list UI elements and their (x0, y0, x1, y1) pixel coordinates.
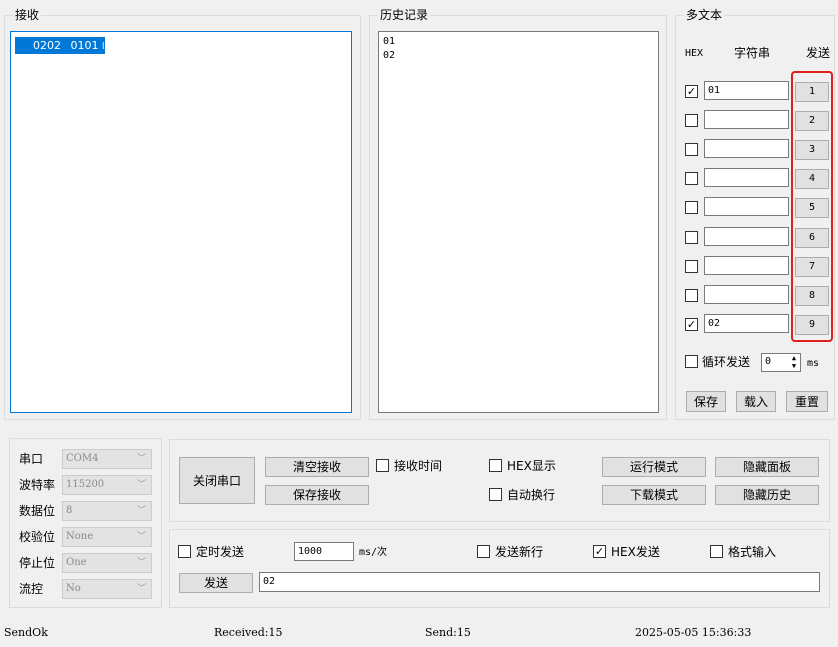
timed-send-label: 定时发送 (196, 545, 245, 559)
chevron-down-icon: ﹀ (136, 506, 146, 516)
auto-wrap-checkbox[interactable] (489, 488, 502, 501)
checkmark-icon: ✓ (686, 318, 697, 331)
flow-label: 流控 (19, 582, 44, 596)
format-input-checkbox[interactable] (710, 545, 723, 558)
hex-display-checkbox[interactable] (489, 459, 502, 472)
interval-unit: ms/次 (359, 547, 388, 558)
baud-value: 115200 (66, 479, 105, 490)
history-line-1[interactable]: 01 (383, 36, 395, 47)
multi-hex-checkbox-6[interactable] (685, 231, 698, 244)
multi-string-header: 字符串 (734, 46, 771, 60)
multi-string-input-9[interactable]: 02 (704, 314, 789, 333)
hex-send-label: HEX发送 (611, 545, 660, 559)
hide-panel-button[interactable]: 隐藏面板 (715, 457, 819, 477)
loop-unit: ms (807, 358, 820, 369)
download-mode-button[interactable]: 下载模式 (602, 485, 706, 505)
send-group (169, 529, 830, 608)
receive-selection: 0202 0101 lm (15, 37, 113, 54)
multi-string-input-4[interactable] (704, 168, 789, 187)
multi-hex-checkbox-4[interactable] (685, 172, 698, 185)
receive-trailing-glyph: lm (102, 42, 114, 52)
stopbits-select[interactable]: One ﹀ (62, 553, 152, 573)
databits-label: 数据位 (19, 504, 56, 518)
loop-send-label: 循环发送 (702, 355, 751, 369)
multi-text-title: 多文本 (684, 8, 725, 22)
format-input-label: 格式输入 (728, 545, 777, 559)
reset-multi-button[interactable]: 重置 (786, 391, 828, 412)
databits-value: 8 (66, 505, 73, 516)
parity-label: 校验位 (19, 530, 56, 544)
flow-value: No (66, 583, 81, 594)
chevron-down-icon: ﹀ (136, 480, 146, 490)
parity-select[interactable]: None ﹀ (62, 527, 152, 547)
multi-string-input-6[interactable] (704, 227, 789, 246)
receive-time-label: 接收时间 (394, 459, 443, 473)
multi-send-header: 发送 (806, 46, 831, 60)
status-datetime: 2025-05-05 15:36:33 (635, 626, 752, 639)
hex-send-checkbox[interactable]: ✓ (593, 545, 606, 558)
receive-content: 0202 0101 (33, 39, 99, 52)
save-multi-button[interactable]: 保存 (686, 391, 726, 412)
load-multi-button[interactable]: 载入 (736, 391, 776, 412)
send-text-input[interactable]: 02 (259, 572, 820, 592)
status-state: SendOk (4, 626, 48, 639)
multi-string-input-7[interactable] (704, 256, 789, 275)
save-receive-button[interactable]: 保存接收 (265, 485, 369, 505)
receive-time-checkbox[interactable] (376, 459, 389, 472)
clear-receive-button[interactable]: 清空接收 (265, 457, 369, 477)
databits-select[interactable]: 8 ﹀ (62, 501, 152, 521)
send-buttons-highlight (791, 71, 833, 342)
multi-hex-checkbox-1[interactable]: ✓ (685, 85, 698, 98)
multi-hex-checkbox-5[interactable] (685, 201, 698, 214)
chevron-down-icon: ﹀ (136, 558, 146, 568)
history-line-2[interactable]: 02 (383, 50, 395, 61)
multi-hex-header: HEX (685, 48, 704, 59)
checkmark-icon: ✓ (686, 85, 697, 98)
stopbits-label: 停止位 (19, 556, 56, 570)
multi-string-input-5[interactable] (704, 197, 789, 216)
multi-string-input-3[interactable] (704, 139, 789, 158)
chevron-down-icon: ﹀ (136, 532, 146, 542)
loop-interval-spinner[interactable]: 0 ▲ ▼ (761, 353, 801, 372)
stopbits-value: One (66, 557, 87, 568)
baud-select[interactable]: 115200 ﹀ (62, 475, 152, 495)
parity-value: None (66, 531, 94, 542)
send-newline-label: 发送新行 (495, 545, 544, 559)
status-received: Received:15 (214, 626, 283, 639)
controls-group (169, 439, 830, 522)
auto-wrap-label: 自动换行 (507, 488, 556, 502)
port-select[interactable]: COM4 ﹀ (62, 449, 152, 469)
hex-display-label: HEX显示 (507, 459, 556, 473)
chevron-down-icon: ﹀ (136, 454, 146, 464)
multi-string-input-8[interactable] (704, 285, 789, 304)
send-newline-checkbox[interactable] (477, 545, 490, 558)
multi-hex-checkbox-2[interactable] (685, 114, 698, 127)
checkmark-icon: ✓ (594, 545, 605, 558)
flow-select[interactable]: No ﹀ (62, 579, 152, 599)
send-button[interactable]: 发送 (179, 573, 253, 593)
close-port-button[interactable]: 关闭串口 (179, 457, 255, 504)
multi-hex-checkbox-9[interactable]: ✓ (685, 318, 698, 331)
history-title: 历史记录 (378, 8, 431, 22)
timed-send-checkbox[interactable] (178, 545, 191, 558)
multi-hex-checkbox-8[interactable] (685, 289, 698, 302)
receive-textarea[interactable]: 0202 0101 lm (10, 31, 352, 413)
receive-title: 接收 (13, 8, 42, 22)
port-value: COM4 (66, 453, 99, 464)
loop-send-checkbox[interactable] (685, 355, 698, 368)
history-list[interactable]: 01 02 (378, 31, 659, 413)
multi-hex-checkbox-3[interactable] (685, 143, 698, 156)
multi-string-input-1[interactable]: 01 (704, 81, 789, 100)
port-label: 串口 (19, 452, 44, 466)
multi-string-input-2[interactable] (704, 110, 789, 129)
chevron-down-icon: ﹀ (136, 584, 146, 594)
hide-history-button[interactable]: 隐藏历史 (715, 485, 819, 505)
run-mode-button[interactable]: 运行模式 (602, 457, 706, 477)
loop-interval-value: 0 (765, 356, 772, 367)
interval-input[interactable]: 1000 (294, 542, 354, 561)
multi-hex-checkbox-7[interactable] (685, 260, 698, 273)
status-sent: Send:15 (425, 626, 471, 639)
baud-label: 波特率 (19, 478, 56, 492)
spinner-arrows-icon[interactable]: ▲ ▼ (789, 354, 799, 370)
